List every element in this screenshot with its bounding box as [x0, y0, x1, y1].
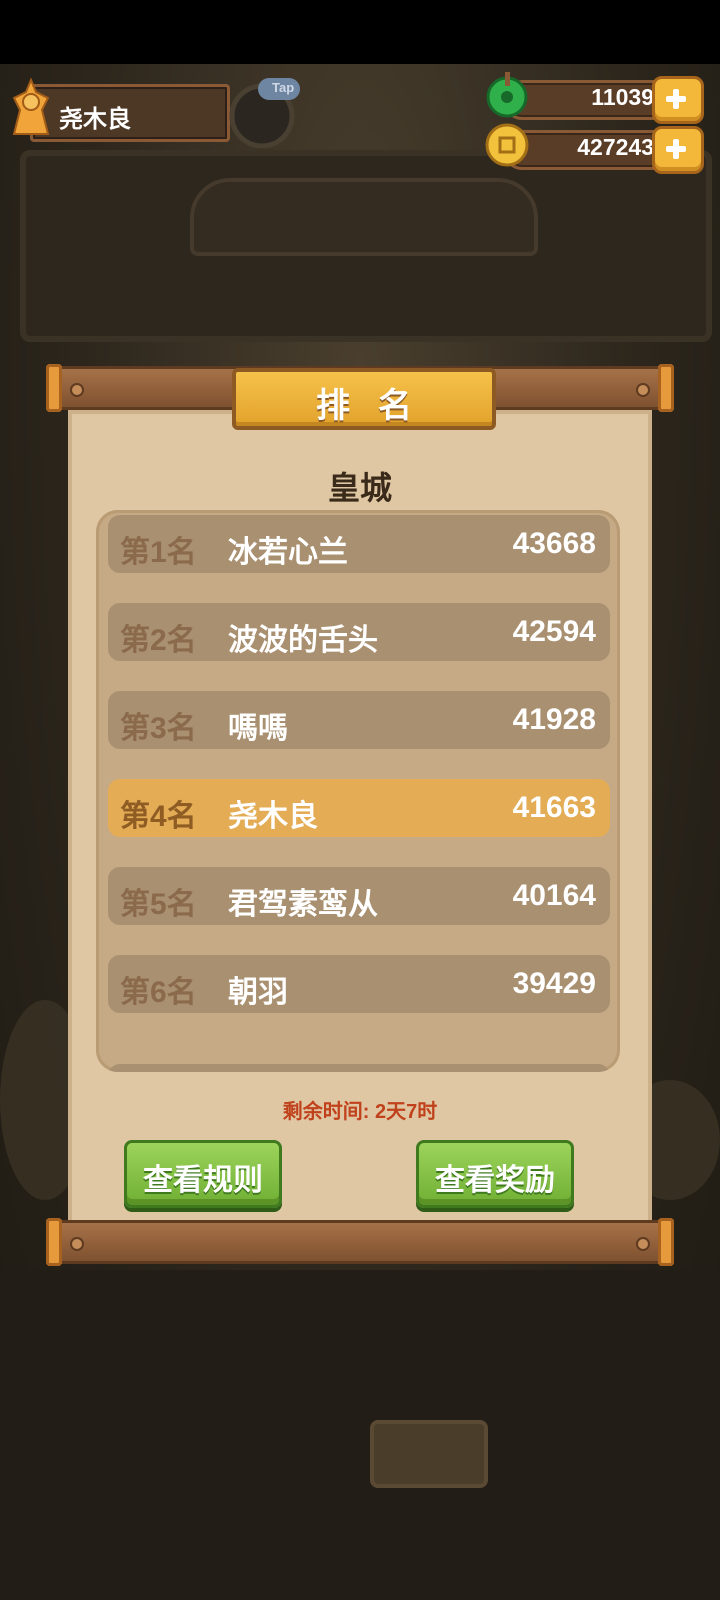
view-rewards-label: 查看奖励	[435, 1164, 555, 1197]
ranking-row: 第3名 嗎嗎 41928	[108, 691, 610, 749]
ranking-row-current-player: 第4名 尧木良 41663	[108, 779, 610, 837]
rank-label: 第6名	[120, 976, 197, 1009]
scroll-nail	[636, 1237, 650, 1251]
jade-currency: 11039	[484, 72, 704, 124]
rank-player-name: 朝羽	[228, 976, 288, 1009]
scroll-nail	[70, 1237, 84, 1251]
ranking-row: 第1名 冰若心兰 43668	[108, 515, 610, 573]
background-ground	[0, 1270, 720, 1600]
view-rules-button[interactable]: 查看规则	[124, 1140, 282, 1208]
rank-score: 42594	[512, 615, 596, 648]
scroll-bottom-rod	[46, 1218, 674, 1266]
ranking-list[interactable]: 第1名 冰若心兰 43668 第2名 波波的舌头 42594 第3名 嗎嗎 41…	[96, 510, 620, 1072]
add-jade-button[interactable]	[652, 76, 704, 124]
ranking-row: 第6名 朝羽 39429	[108, 955, 610, 1013]
view-rules-label: 查看规则	[143, 1164, 263, 1197]
rank-label: 第5名	[120, 888, 197, 921]
background-market-sign	[370, 1420, 488, 1488]
player-name: 尧木良	[59, 106, 131, 133]
rank-label: 第1名	[120, 536, 197, 569]
rank-score: 43668	[512, 527, 596, 560]
scroll-nail	[70, 383, 84, 397]
rank-player-name: 冰若心兰	[228, 536, 348, 569]
rank-player-name: 君驾素鸾从	[228, 888, 378, 921]
time-remaining: 剩余时间: 2天7时	[282, 1101, 438, 1123]
scroll-cap	[46, 1218, 62, 1266]
player-name-plate[interactable]: 尧木良	[30, 84, 230, 142]
rank-score: 41663	[512, 791, 596, 824]
coin-currency: 427243	[484, 123, 704, 174]
status-bar	[0, 0, 720, 64]
background-roof	[190, 178, 538, 256]
scroll-cap	[658, 1218, 674, 1266]
scroll-nail	[636, 383, 650, 397]
rank-player-name: 嗎嗎	[228, 712, 288, 745]
scroll-cap	[46, 364, 62, 412]
scroll-cap	[658, 364, 674, 412]
ranking-row: 第5名 君驾素鸾从 40164	[108, 867, 610, 925]
rank-player-name: 尧木良	[228, 800, 318, 833]
rank-label: 第2名	[120, 624, 197, 657]
tap-label: Tap	[272, 80, 295, 95]
rank-player-name: 波波的舌头	[228, 624, 378, 657]
rank-label: 第4名	[120, 800, 197, 833]
jade-icon	[486, 72, 528, 118]
jade-amount: 11039	[591, 84, 654, 110]
panel-title-plate: 排名	[232, 368, 496, 430]
view-rewards-button[interactable]: 查看奖励	[416, 1140, 574, 1208]
ranking-category-title: 皇城	[327, 470, 392, 506]
ranking-row-partial	[108, 1064, 610, 1072]
rank-score: 39429	[512, 967, 596, 1000]
panel-title: 排名	[316, 387, 440, 425]
add-coin-button[interactable]	[652, 126, 704, 174]
coin-amount: 427243	[577, 134, 654, 160]
coin-icon	[485, 123, 529, 167]
rank-score: 41928	[512, 703, 596, 736]
rank-label: 第3名	[120, 712, 197, 745]
rank-score: 40164	[512, 879, 596, 912]
ranking-row: 第2名 波波的舌头 42594	[108, 603, 610, 661]
player-avatar-icon[interactable]	[6, 76, 56, 136]
